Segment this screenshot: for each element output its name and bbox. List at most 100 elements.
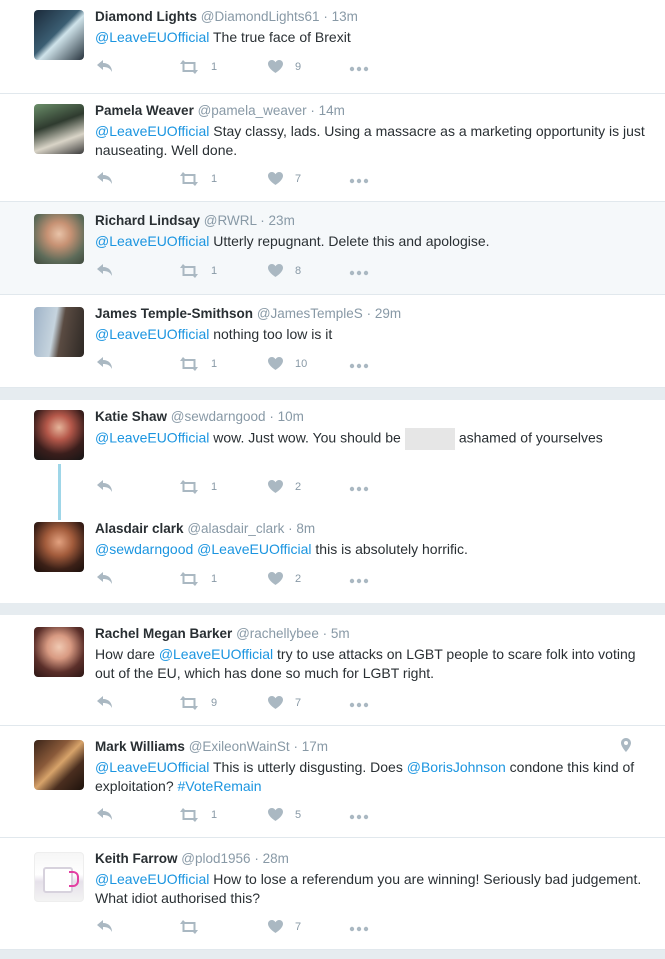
like-button[interactable]: 9 bbox=[268, 60, 301, 73]
like-count: 7 bbox=[295, 172, 302, 185]
tweet-item[interactable]: Rachel Megan Barker @rachellybee · 5m Ho… bbox=[0, 615, 665, 726]
separator-dot: · bbox=[260, 213, 265, 228]
retweet-button[interactable]: 1 bbox=[179, 172, 217, 186]
retweet-button[interactable] bbox=[179, 920, 211, 934]
more-button[interactable] bbox=[349, 178, 369, 184]
retweet-icon bbox=[179, 920, 199, 934]
hashtag-link[interactable]: #VoteRemain bbox=[178, 778, 262, 794]
timestamp[interactable]: 5m bbox=[331, 626, 350, 641]
tweet-item[interactable]: Katie Shaw @sewdarngood · 10m @LeaveEUOf… bbox=[0, 400, 665, 510]
like-button[interactable]: 2 bbox=[268, 480, 301, 493]
like-button[interactable]: 7 bbox=[268, 696, 301, 709]
tweet-actions: 19 bbox=[95, 60, 395, 78]
reply-button[interactable] bbox=[97, 357, 113, 370]
display-name[interactable]: Rachel Megan Barker bbox=[95, 626, 232, 641]
user-handle[interactable]: @plod1956 bbox=[181, 851, 250, 866]
display-name[interactable]: Pamela Weaver bbox=[95, 103, 194, 118]
user-handle[interactable]: @ExileonWainSt bbox=[189, 739, 290, 754]
avatar[interactable] bbox=[34, 307, 84, 357]
timestamp[interactable]: 8m bbox=[296, 521, 315, 536]
display-name[interactable]: Mark Williams bbox=[95, 739, 185, 754]
mention-link[interactable]: @LeaveEUOfficial bbox=[197, 541, 311, 557]
user-handle[interactable]: @alasdair_clark bbox=[187, 521, 284, 536]
retweet-button[interactable]: 1 bbox=[179, 60, 217, 74]
timestamp[interactable]: 13m bbox=[332, 9, 358, 24]
reply-button[interactable] bbox=[97, 572, 113, 585]
tweet-item[interactable]: Keith Farrow @plod1956 · 28m @LeaveEUOff… bbox=[0, 838, 665, 950]
mention-link[interactable]: @LeaveEUOfficial bbox=[95, 29, 209, 45]
timestamp[interactable]: 29m bbox=[375, 306, 401, 321]
reply-button[interactable] bbox=[97, 480, 113, 493]
retweet-button[interactable]: 1 bbox=[179, 480, 217, 494]
more-button[interactable] bbox=[349, 578, 369, 584]
like-button[interactable]: 8 bbox=[268, 264, 301, 277]
tweet-item[interactable]: Mark Williams @ExileonWainSt · 17m @Leav… bbox=[0, 726, 665, 838]
timestamp[interactable]: 14m bbox=[319, 103, 345, 118]
reply-button[interactable] bbox=[97, 696, 113, 709]
like-button[interactable]: 10 bbox=[268, 357, 307, 370]
tweet-actions: 1 10 bbox=[95, 357, 395, 375]
tweet-item[interactable]: Richard Lindsay @RWRL · 23m @LeaveEUOffi… bbox=[0, 202, 665, 295]
mention-link[interactable]: @LeaveEUOfficial bbox=[95, 430, 209, 446]
display-name[interactable]: Richard Lindsay bbox=[95, 213, 200, 228]
location-pin-icon[interactable] bbox=[621, 738, 631, 752]
display-name[interactable]: Keith Farrow bbox=[95, 851, 178, 866]
like-button[interactable]: 5 bbox=[268, 808, 301, 821]
user-handle[interactable]: @pamela_weaver bbox=[198, 103, 307, 118]
user-handle[interactable]: @sewdarngood bbox=[171, 409, 266, 424]
more-button[interactable] bbox=[349, 363, 369, 369]
user-handle[interactable]: @rachellybee bbox=[236, 626, 319, 641]
display-name[interactable]: James Temple-Smithson bbox=[95, 306, 253, 321]
retweet-button[interactable]: 9 bbox=[179, 696, 217, 710]
more-button[interactable] bbox=[349, 270, 369, 276]
avatar[interactable] bbox=[34, 522, 84, 572]
more-button[interactable] bbox=[349, 486, 369, 492]
mention-link[interactable]: @LeaveEUOfficial bbox=[95, 871, 209, 887]
display-name[interactable]: Katie Shaw bbox=[95, 409, 167, 424]
reply-button[interactable] bbox=[97, 264, 113, 277]
timestamp[interactable]: 10m bbox=[278, 409, 304, 424]
avatar[interactable] bbox=[34, 104, 84, 154]
reply-button[interactable] bbox=[97, 172, 113, 185]
more-button[interactable] bbox=[349, 702, 369, 708]
retweet-button[interactable]: 1 bbox=[179, 808, 217, 822]
avatar[interactable] bbox=[34, 740, 84, 790]
mention-link[interactable]: @LeaveEUOfficial bbox=[95, 233, 209, 249]
tweet-item[interactable]: Diamond Lights @DiamondLights61 · 13m @L… bbox=[0, 0, 665, 94]
mention-link[interactable]: @BorisJohnson bbox=[407, 759, 506, 775]
avatar[interactable] bbox=[34, 852, 84, 902]
display-name[interactable]: Alasdair clark bbox=[95, 521, 184, 536]
like-button[interactable]: 7 bbox=[268, 920, 301, 933]
more-button[interactable] bbox=[349, 814, 369, 820]
more-button[interactable] bbox=[349, 926, 369, 932]
avatar[interactable] bbox=[34, 214, 84, 264]
display-name[interactable]: Diamond Lights bbox=[95, 9, 197, 24]
timestamp[interactable]: 17m bbox=[302, 739, 328, 754]
tweet-item[interactable]: Pamela Weaver @pamela_weaver · 14m @Leav… bbox=[0, 94, 665, 202]
like-button[interactable]: 7 bbox=[268, 172, 301, 185]
retweet-button[interactable]: 1 bbox=[179, 357, 217, 371]
avatar[interactable] bbox=[34, 10, 84, 60]
like-button[interactable]: 2 bbox=[268, 572, 301, 585]
tweet-item[interactable]: James Temple-Smithson @JamesTempleS · 29… bbox=[0, 295, 665, 388]
reply-button[interactable] bbox=[97, 920, 113, 933]
reply-button[interactable] bbox=[97, 60, 113, 73]
tweet-item[interactable]: Alasdair clark @alasdair_clark · 8m @sew… bbox=[0, 512, 665, 603]
user-handle[interactable]: @RWRL bbox=[204, 213, 257, 228]
mention-link[interactable]: @LeaveEUOfficial bbox=[95, 123, 209, 139]
mention-link[interactable]: @LeaveEUOfficial bbox=[95, 326, 209, 342]
retweet-button[interactable]: 1 bbox=[179, 264, 217, 278]
timestamp[interactable]: 28m bbox=[263, 851, 289, 866]
more-button[interactable] bbox=[349, 66, 369, 72]
mention-link[interactable]: @LeaveEUOfficial bbox=[159, 646, 273, 662]
retweet-button[interactable]: 1 bbox=[179, 572, 217, 586]
mention-link[interactable]: @sewdarngood bbox=[95, 541, 193, 557]
user-handle[interactable]: @DiamondLights61 bbox=[201, 9, 320, 24]
reply-button[interactable] bbox=[97, 808, 113, 821]
timestamp[interactable]: 23m bbox=[269, 213, 295, 228]
retweet-count: 1 bbox=[211, 358, 218, 370]
mention-link[interactable]: @LeaveEUOfficial bbox=[95, 759, 209, 775]
avatar[interactable] bbox=[34, 627, 84, 677]
user-handle[interactable]: @JamesTempleS bbox=[257, 306, 363, 321]
avatar[interactable] bbox=[34, 410, 84, 460]
